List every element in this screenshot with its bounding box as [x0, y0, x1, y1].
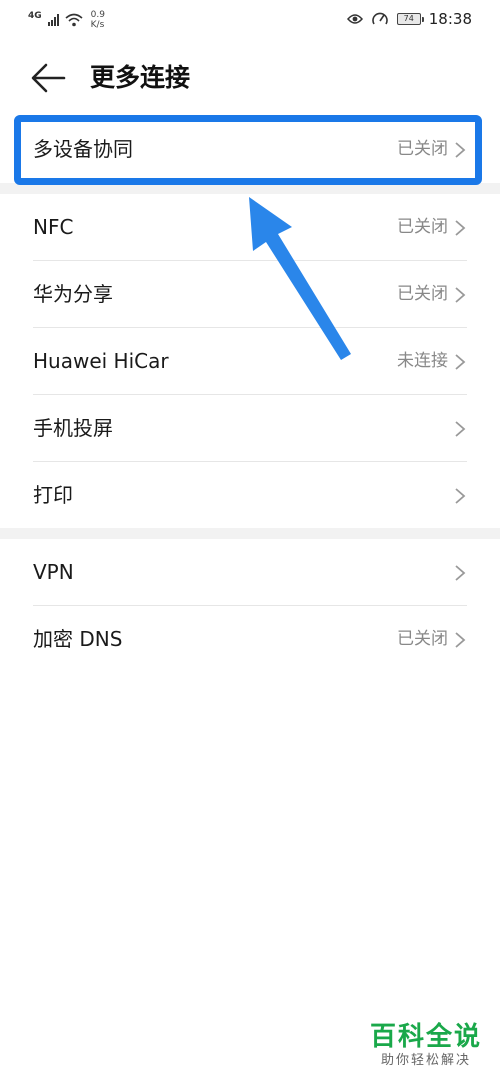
page-title: 更多连接: [90, 63, 191, 92]
wifi-icon: [65, 13, 83, 27]
row-label: Huawei HiCar: [33, 349, 169, 373]
row-huawei-share[interactable]: 华为分享 已关闭: [0, 261, 500, 328]
settings-group-2: NFC 已关闭 华为分享 已关闭 Huawei HiCar 未连接 手机投屏 打…: [0, 194, 500, 529]
row-status: 未连接: [397, 351, 448, 371]
group-spacer: [0, 528, 500, 539]
chevron-right-icon: [455, 220, 466, 236]
network-type: 4G: [28, 10, 42, 21]
eye-icon: [346, 14, 363, 24]
row-print[interactable]: 打印: [0, 462, 500, 529]
chevron-right-icon: [455, 421, 466, 437]
row-hicar[interactable]: Huawei HiCar 未连接: [0, 328, 500, 395]
status-right: 74 18:38: [346, 8, 472, 30]
row-vpn[interactable]: VPN: [0, 539, 500, 606]
battery-indicator: 74: [396, 13, 424, 25]
chevron-right-icon: [455, 354, 466, 370]
chevron-right-icon: [455, 632, 466, 648]
row-label: 华为分享: [33, 282, 113, 306]
row-encrypted-dns[interactable]: 加密 DNS 已关闭: [0, 606, 500, 673]
row-status: 已关闭: [397, 284, 448, 304]
back-button[interactable]: [28, 58, 68, 98]
watermark-logo: 百科全说 助你轻松解决: [370, 1022, 482, 1070]
row-label: VPN: [33, 560, 74, 584]
arrow-left-icon: [31, 63, 66, 93]
speed-value: 0.9: [90, 10, 105, 20]
network-speed: 0.9 K/s: [91, 10, 105, 30]
row-status: 已关闭: [397, 217, 448, 237]
signal-icon: [47, 14, 59, 26]
speedometer-icon: [371, 12, 388, 25]
speed-unit: K/s: [90, 20, 105, 30]
watermark-title: 百科全说: [369, 1022, 482, 1052]
status-left: 4G 0.9 K/s: [28, 6, 105, 34]
status-time: 18:38: [428, 10, 472, 28]
row-nfc[interactable]: NFC 已关闭: [0, 194, 500, 261]
highlight-box: [14, 115, 482, 185]
row-label: 打印: [33, 483, 73, 507]
row-label: 手机投屏: [33, 416, 113, 440]
watermark-subtitle: 助你轻松解决: [380, 1053, 471, 1068]
chevron-right-icon: [455, 488, 466, 504]
chevron-right-icon: [455, 287, 466, 303]
title-bar: 更多连接: [0, 50, 500, 106]
row-screen-projection[interactable]: 手机投屏: [0, 395, 500, 462]
row-status: 已关闭: [397, 629, 448, 649]
settings-group-3: VPN 加密 DNS 已关闭: [0, 539, 500, 673]
row-label: 加密 DNS: [33, 627, 123, 651]
chevron-right-icon: [455, 565, 466, 581]
status-bar: 4G 0.9 K/s 74 18:38: [0, 0, 500, 36]
row-label: NFC: [33, 215, 74, 239]
